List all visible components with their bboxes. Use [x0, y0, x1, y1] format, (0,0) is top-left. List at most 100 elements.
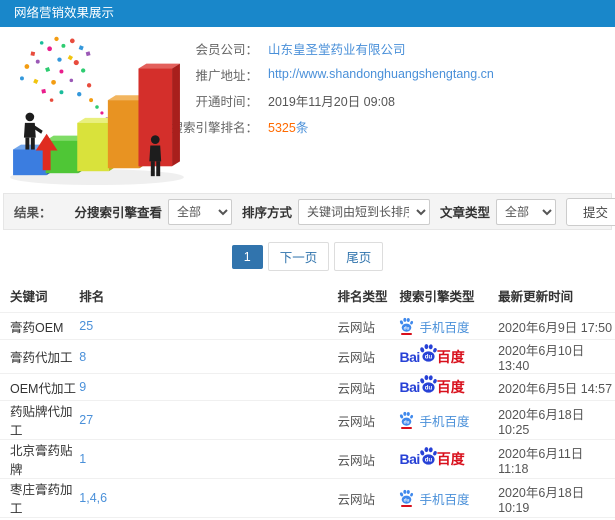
promo-url-link[interactable]: http://www.shandonghuangshengtang.cn — [268, 67, 494, 81]
next-page-button[interactable]: 下一页 — [267, 242, 330, 271]
mobile-baidu-logo: 手机百度 — [399, 411, 469, 430]
baidu-logo: Bai 百度 — [399, 374, 465, 397]
header-updated: 最新更新时间 — [498, 290, 574, 304]
results-table: 关键词 排名 排名类型 搜索引擎类型 最新更新时间 膏药OEM 25 云网站 手… — [0, 279, 615, 520]
baidu-paw-icon — [419, 343, 438, 362]
engine-cell: 手机百度 — [399, 312, 499, 340]
engine-cell: Bai 百度 — [399, 339, 499, 374]
engine-cell: Bai 百度 — [399, 373, 499, 401]
result-label: 结果： — [14, 206, 52, 220]
results-tbody: 膏药OEM 25 云网站 手机百度 2020年6月9日 17:50 膏药代加工 … — [0, 312, 615, 520]
table-row: 膏药代加工 8 云网站 Bai 百度 2020年6月10日 13:40 — [0, 339, 615, 374]
header-rank: 排名 — [79, 290, 105, 304]
rank-type-cell: 云网站 — [337, 373, 400, 401]
rank-type-cell: 云网站 — [337, 439, 400, 479]
engine-rank-value: 5325条 — [268, 117, 308, 136]
engine-filter-label: 分搜索引擎查看 — [74, 206, 162, 220]
baidu-paw-icon — [399, 317, 414, 335]
sort-filter-label: 排序方式 — [241, 206, 292, 220]
header-rank-type: 排名类型 — [337, 290, 388, 304]
baidu-logo-cn: 百度 — [436, 348, 465, 365]
rank-link[interactable]: 1 — [79, 452, 86, 466]
keyword-cell: 枣庄膏药加工 — [0, 478, 80, 518]
engine-filter-select[interactable]: 全部 — [167, 198, 232, 225]
engine-cell: Bai 百度 — [399, 439, 499, 479]
baidu-paw-icon — [399, 411, 414, 429]
page-number-current[interactable]: 1 — [231, 244, 263, 269]
engine-cell: 手机百度 — [399, 478, 499, 518]
confetti-dots — [19, 36, 109, 121]
company-link[interactable]: 山东皇圣堂药业有限公司 — [268, 39, 406, 58]
sort-filter-select[interactable]: 关键词由短到长排序 — [297, 198, 430, 225]
promo-url-row: 推广地址： http://www.shandonghuangshengtang.… — [158, 65, 615, 83]
company-row: 会员公司： 山东皇圣堂药业有限公司 — [158, 39, 615, 57]
open-time-value: 2019年11月20日 09:08 — [268, 94, 395, 109]
table-row: 膏药OEM 25 云网站 手机百度 2020年6月9日 17:50 — [0, 312, 615, 340]
results-table-header-row: 关键词 排名 排名类型 搜索引擎类型 最新更新时间 — [0, 279, 615, 313]
rank-link[interactable]: 8 — [79, 350, 86, 364]
table-row: OEM代加工 9 云网站 Bai 百度 2020年6月5日 14:57 — [0, 373, 615, 401]
updated-cell: 2020年6月5日 14:57 — [498, 373, 615, 401]
mobile-baidu-logo: 手机百度 — [399, 317, 469, 336]
baidu-logo-cn: 百度 — [436, 379, 465, 395]
bar-chart-illustration — [10, 36, 184, 186]
engine-cell: 手机百度 — [399, 400, 499, 440]
rank-cell: 9 — [79, 373, 338, 401]
rank-cell: 27 — [79, 400, 338, 440]
mobile-baidu-label: 手机百度 — [419, 492, 470, 507]
keyword-cell: 膏药代加工 — [0, 339, 80, 374]
businessman-left — [23, 112, 43, 150]
rank-cell: 8 — [79, 339, 338, 374]
keyword-cell: 北京膏药贴牌 — [0, 439, 80, 479]
baidu-logo-bai: Bai — [399, 451, 420, 467]
mobile-baidu-label: 手机百度 — [419, 320, 470, 335]
article-type-select[interactable]: 全部 — [495, 198, 556, 225]
baidu-logo: Bai 百度 — [399, 347, 465, 367]
open-time-row: 开通时间： 2019年11月20日 09:08 — [158, 91, 615, 109]
pagination: 1 下一页 尾页 — [0, 242, 615, 271]
rank-cell: 25 — [79, 312, 338, 340]
rank-link[interactable]: 1,4,6 — [79, 491, 107, 505]
rank-type-cell: 云网站 — [337, 400, 400, 440]
rank-link[interactable]: 25 — [79, 319, 93, 333]
rank-cell: 1,4,6 — [79, 478, 338, 518]
keyword-cell: 膏药OEM — [0, 312, 80, 340]
baidu-logo-bai: Bai — [399, 348, 420, 365]
rank-type-cell: 云网站 — [337, 478, 400, 518]
page-title: 网络营销效果展示 — [14, 6, 115, 20]
rank-unit: 条 — [295, 120, 309, 135]
baidu-paw-icon — [399, 489, 414, 507]
updated-cell: 2020年6月18日 10:25 — [498, 400, 615, 440]
table-row: 药贴牌代加工 27 云网站 手机百度 2020年6月18日 10:25 — [0, 400, 615, 440]
baidu-paw-icon — [419, 374, 438, 393]
rank-type-cell: 云网站 — [337, 312, 400, 340]
last-page-button[interactable]: 尾页 — [334, 242, 384, 271]
updated-cell: 2020年6月10日 13:40 — [498, 339, 615, 374]
info-section: 会员公司： 山东皇圣堂药业有限公司 推广地址： http://www.shand… — [0, 27, 615, 191]
filter-bar: 结果： 分搜索引擎查看 全部 排序方式 关键词由短到长排序 文章类型 全部 提交 — [3, 193, 615, 230]
article-type-label: 文章类型 — [439, 206, 490, 220]
header-keyword: 关键词 — [10, 290, 48, 304]
table-row: 北京膏药贴牌 1 云网站 Bai 百度 2020年6月11日 11:18 — [0, 439, 615, 479]
updated-cell: 2020年6月11日 11:18 — [498, 439, 615, 479]
engine-rank-row: 搜索引擎排名： 5325条 — [158, 117, 615, 135]
mobile-baidu-label: 手机百度 — [419, 414, 470, 429]
submit-button[interactable]: 提交 — [565, 197, 615, 226]
rank-count: 5325 — [268, 120, 296, 135]
rank-cell: 1 — [79, 439, 338, 479]
rank-link[interactable]: 9 — [79, 380, 86, 394]
rank-type-cell: 云网站 — [337, 339, 400, 374]
page-header: 网络营销效果展示 — [0, 0, 615, 27]
baidu-logo: Bai 百度 — [399, 449, 465, 469]
page: 网络营销效果展示 会员公司： 山东皇圣堂药业有限公司 推广地址： http://… — [0, 0, 615, 520]
updated-cell: 2020年6月18日 10:19 — [498, 478, 615, 518]
mobile-baidu-logo: 手机百度 — [399, 489, 469, 508]
updated-cell: 2020年6月9日 17:50 — [498, 312, 615, 340]
keyword-cell: 药贴牌代加工 — [0, 400, 80, 440]
baidu-logo-cn: 百度 — [436, 451, 465, 467]
rank-link[interactable]: 27 — [79, 413, 93, 427]
keyword-cell: OEM代加工 — [0, 373, 80, 401]
table-row: 枣庄膏药加工 1,4,6 云网站 手机百度 2020年6月18日 10:19 — [0, 478, 615, 518]
member-info-list: 会员公司： 山东皇圣堂药业有限公司 推广地址： http://www.shand… — [158, 39, 615, 135]
header-engine-type: 搜索引擎类型 — [399, 290, 475, 304]
